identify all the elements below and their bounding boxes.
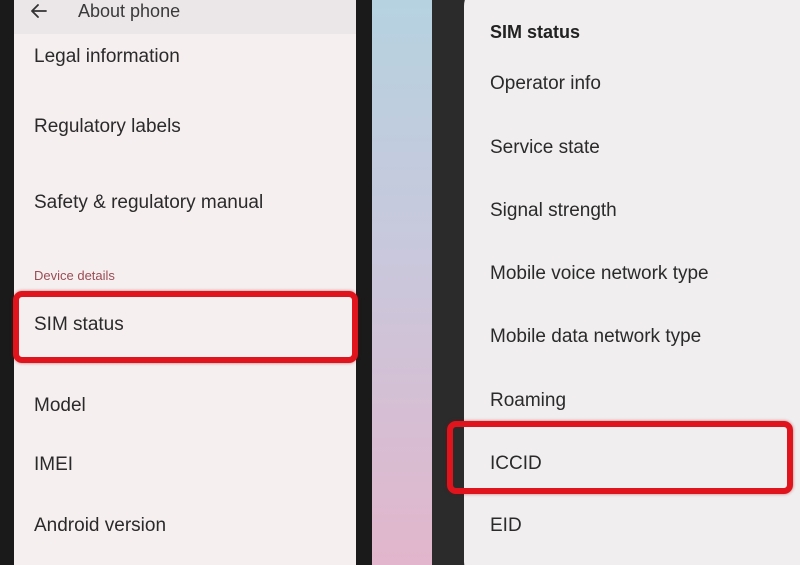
model-item[interactable]: Model [34,395,86,417]
roaming-item[interactable]: Roaming [490,390,566,412]
safety-regulatory-manual-item[interactable]: Safety & regulatory manual [34,192,263,214]
signal-strength-item[interactable]: Signal strength [490,200,617,222]
android-version-item[interactable]: Android version [34,515,166,537]
device-details-section-header: Device details [34,268,115,283]
about-phone-screen: About phone Legal information Regulatory… [14,0,356,565]
top-app-bar: About phone [14,0,356,34]
background-strip [372,0,432,565]
legal-information-item[interactable]: Legal information [34,46,180,68]
mobile-voice-network-type-item[interactable]: Mobile voice network type [490,263,709,285]
service-state-item[interactable]: Service state [490,137,600,159]
page-title: About phone [78,1,181,21]
mobile-data-network-type-item[interactable]: Mobile data network type [490,326,701,348]
operator-info-item[interactable]: Operator info [490,73,601,95]
left-phone-screenshot: About phone Legal information Regulatory… [0,0,372,565]
iccid-highlight [447,421,793,494]
sim-status-highlight [13,291,358,363]
arrow-left-icon[interactable] [28,0,50,22]
eid-item[interactable]: EID [490,515,522,537]
imei-item[interactable]: IMEI [34,454,73,476]
regulatory-labels-item[interactable]: Regulatory labels [34,116,181,138]
dialog-title: SIM status [490,22,581,42]
